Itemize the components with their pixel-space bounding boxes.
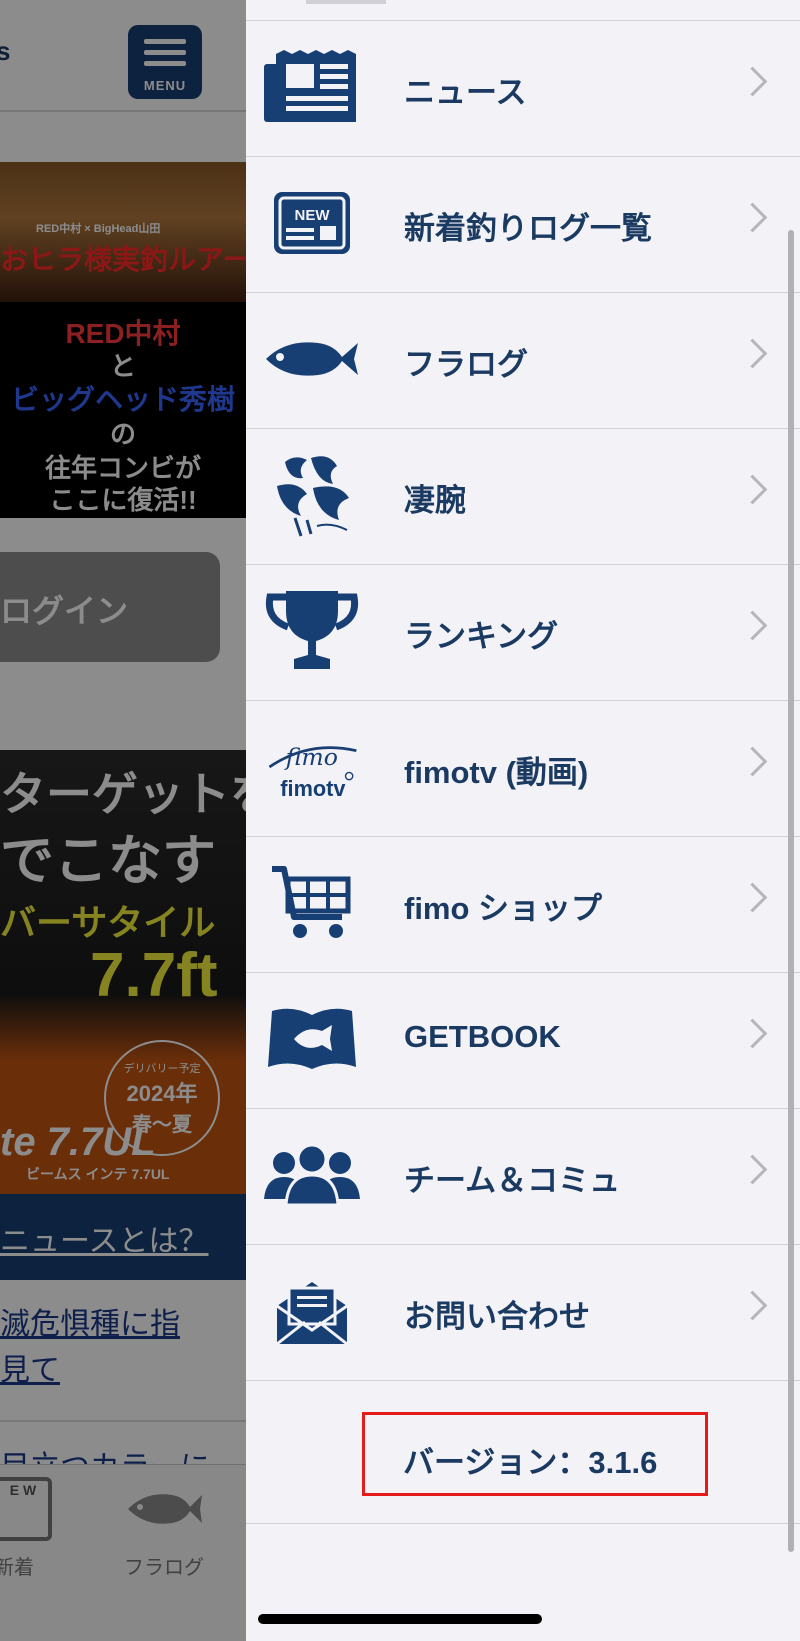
menu-item-label: fimotv (動画) xyxy=(404,755,589,790)
menu-item-label: お問い合わせ xyxy=(404,1299,590,1334)
menu-item-label: チーム＆コミュ xyxy=(404,1163,621,1198)
dim-overlay[interactable] xyxy=(0,0,246,1641)
menu-item-label: ニュース xyxy=(404,75,527,110)
menu-item-label: GETBOOK xyxy=(404,1019,561,1054)
side-drawer: ニュース NEW 新着釣りログ一覧 フラログ 凄腕 ランキング fimo fim… xyxy=(246,0,800,1641)
menu-item-label: 凄腕 xyxy=(404,483,466,518)
trophy-icon xyxy=(264,585,360,677)
menu-item-label: 新着釣りログ一覧 xyxy=(404,211,652,246)
fimotv-text: fimotv xyxy=(280,776,345,801)
new-badge-text: NEW xyxy=(295,207,331,224)
newspaper-icon xyxy=(264,41,360,133)
chevron-right-icon xyxy=(737,1290,768,1321)
chevron-right-icon xyxy=(737,202,768,233)
menu-item-sugoude[interactable]: 凄腕 xyxy=(246,429,800,565)
version-row: バージョン：3.1.6 xyxy=(246,1388,800,1524)
menu-item-fimotv[interactable]: fimo fimotv fimotv (動画) xyxy=(246,701,800,837)
menu-item-news[interactable]: ニュース xyxy=(246,21,800,157)
chevron-right-icon xyxy=(737,1154,768,1185)
chevron-right-icon xyxy=(737,882,768,913)
chevron-right-icon xyxy=(737,610,768,641)
version-highlight-box: バージョン：3.1.6 xyxy=(362,1412,708,1496)
new-badge-icon: NEW xyxy=(264,177,360,269)
book-icon xyxy=(264,993,360,1085)
menu-item-label: フラログ xyxy=(404,347,528,382)
menu-item-label: ランキング xyxy=(404,619,559,654)
menu-item-label: fimo ショップ xyxy=(404,891,603,926)
sugoude-logo-icon xyxy=(264,449,360,541)
scrollbar[interactable] xyxy=(788,230,794,1552)
menu-item-shop[interactable]: fimo ショップ xyxy=(246,837,800,973)
menu-item-getbook[interactable]: GETBOOK xyxy=(246,973,800,1109)
menu-item-new-logs[interactable]: NEW 新着釣りログ一覧 xyxy=(246,157,800,293)
fish-icon xyxy=(264,313,360,405)
partial-icon xyxy=(306,0,386,4)
fimotv-logo-icon: fimo fimotv xyxy=(264,721,360,813)
mail-icon xyxy=(264,1265,360,1357)
menu-item-team[interactable]: チーム＆コミュ xyxy=(246,1109,800,1245)
home-indicator[interactable] xyxy=(258,1614,542,1624)
team-icon xyxy=(264,1129,360,1221)
menu-item-furalog[interactable]: フラログ xyxy=(246,293,800,429)
version-text: バージョン：3.1.6 xyxy=(403,1445,658,1480)
chevron-right-icon xyxy=(737,338,768,369)
fimo-text: fimo xyxy=(284,743,338,771)
cart-icon xyxy=(264,857,360,949)
chevron-right-icon xyxy=(737,66,768,97)
chevron-right-icon xyxy=(737,1018,768,1049)
menu-item-ranking[interactable]: ランキング xyxy=(246,565,800,701)
menu-item-contact[interactable]: お問い合わせ xyxy=(246,1245,800,1381)
chevron-right-icon xyxy=(737,746,768,777)
chevron-right-icon xyxy=(737,474,768,505)
